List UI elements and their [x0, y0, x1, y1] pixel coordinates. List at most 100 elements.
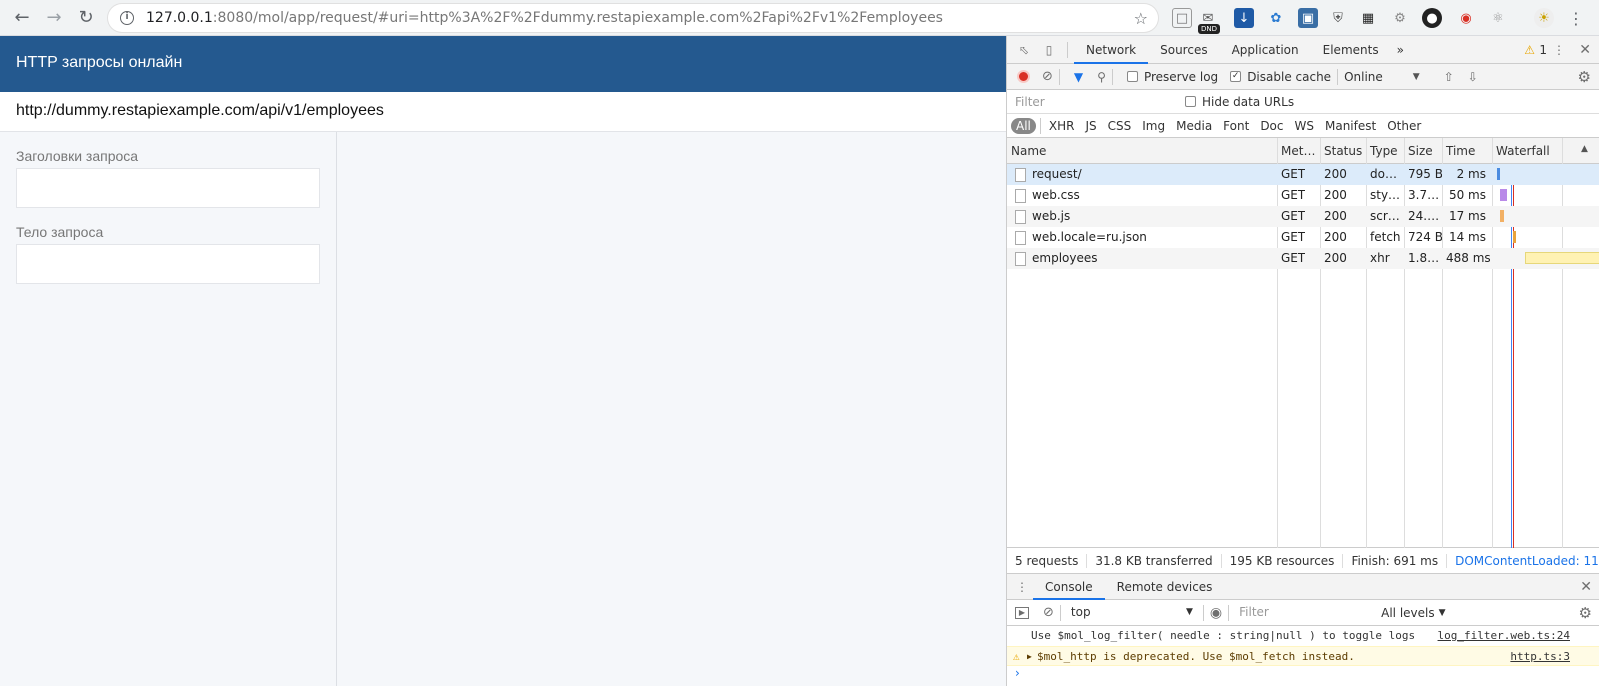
console-prompt-icon[interactable]: ›: [1015, 666, 1020, 680]
divider: [1059, 604, 1061, 621]
col-method[interactable]: Met…: [1277, 138, 1320, 164]
type-css[interactable]: CSS: [1103, 118, 1137, 134]
devtools-menu-icon[interactable]: ⋮: [1553, 43, 1565, 57]
extension-mask-icon[interactable]: ●: [1422, 8, 1442, 28]
request-name-text: web.js: [1032, 209, 1071, 223]
tab-console[interactable]: Console: [1033, 574, 1105, 600]
clear-icon[interactable]: ⊘: [1042, 69, 1053, 84]
request-status: 200: [1324, 230, 1347, 244]
extension-grid-icon[interactable]: ⚙: [1390, 8, 1410, 28]
url-path: :8080/mol/app/request/#uri=http%3A%2F%2F…: [212, 10, 943, 26]
table-row[interactable]: request/ GET 200 do… 795 B 2 ms: [1007, 164, 1599, 185]
extension-camera-icon[interactable]: ◉: [1456, 8, 1476, 28]
type-ws[interactable]: WS: [1290, 118, 1319, 134]
more-tabs-button[interactable]: »: [1391, 36, 1410, 64]
request-count: 5 requests: [1007, 553, 1088, 568]
console-source-link[interactable]: log_filter.web.ts:24: [1438, 626, 1570, 646]
col-status[interactable]: Status: [1320, 138, 1366, 164]
log-levels-select[interactable]: All levels: [1381, 606, 1434, 620]
console-message-text: Use $mol_log_filter( needle : string|nul…: [1031, 629, 1416, 642]
extension-docs-icon[interactable]: □: [1172, 8, 1192, 28]
console-filter-input[interactable]: Filter: [1235, 603, 1376, 622]
browser-menu-icon[interactable]: ⋮: [1566, 8, 1586, 28]
request-time: 2 ms: [1456, 167, 1486, 181]
hide-data-urls-checkbox[interactable]: [1185, 96, 1196, 107]
sidebar-toggle-icon[interactable]: ▶: [1015, 606, 1029, 619]
bookmark-star-icon[interactable]: ☆: [1134, 9, 1148, 28]
uri-input[interactable]: http://dummy.restapiexample.com/api/v1/e…: [0, 92, 1006, 132]
tab-network[interactable]: Network: [1074, 36, 1149, 64]
console-source-link[interactable]: http.ts:3: [1510, 647, 1570, 667]
close-drawer-icon[interactable]: ✕: [1580, 579, 1592, 595]
type-xhr[interactable]: XHR: [1044, 118, 1080, 134]
type-all[interactable]: All: [1011, 117, 1036, 134]
type-other[interactable]: Other: [1382, 118, 1426, 134]
extension-ublock-icon[interactable]: ⛨: [1328, 8, 1348, 28]
tab-elements[interactable]: Elements: [1311, 36, 1391, 64]
filter-icon[interactable]: ▼: [1074, 70, 1083, 84]
import-har-icon[interactable]: ⇧: [1444, 70, 1454, 84]
request-name: web.locale=ru.json: [1011, 227, 1273, 248]
throttle-select[interactable]: Online: [1344, 70, 1383, 84]
device-toolbar-icon[interactable]: ▯: [1037, 43, 1061, 57]
chevron-down-icon: ▼: [1438, 607, 1446, 618]
address-bar[interactable]: i 127.0.0.1:8080/mol/app/request/#uri=ht…: [108, 4, 1158, 32]
type-js[interactable]: JS: [1080, 118, 1101, 134]
type-font[interactable]: Font: [1218, 118, 1254, 134]
type-manifest[interactable]: Manifest: [1320, 118, 1381, 134]
back-icon[interactable]: ←: [6, 2, 38, 34]
tab-sources[interactable]: Sources: [1148, 36, 1219, 64]
drawer-menu-icon[interactable]: ⋮: [1011, 580, 1033, 594]
headers-field[interactable]: [16, 168, 320, 208]
record-icon[interactable]: [1017, 70, 1030, 83]
close-devtools-icon[interactable]: ✕: [1579, 42, 1591, 58]
body-label: Тело запроса: [16, 224, 104, 240]
extension-monitor-icon[interactable]: ▣: [1298, 8, 1318, 28]
console-warning: ⚠ ▶ $mol_http is deprecated. Use $mol_fe…: [1007, 646, 1599, 666]
network-request-table: Name Met… Status Type Size Time Waterfal…: [1007, 138, 1599, 574]
request-name: request/: [1011, 164, 1273, 185]
table-row[interactable]: employees GET 200 xhr 1.8… 488 ms: [1007, 248, 1599, 269]
waterfall-bar: [1497, 168, 1500, 180]
type-img[interactable]: Img: [1137, 118, 1170, 134]
request-status: 200: [1324, 251, 1347, 265]
expand-triangle-icon[interactable]: ▶: [1027, 647, 1032, 667]
filter-input[interactable]: Filter: [1011, 92, 1171, 111]
tab-remote-devices[interactable]: Remote devices: [1105, 574, 1225, 600]
waterfall-bar: [1513, 231, 1516, 243]
export-har-icon[interactable]: ⇩: [1468, 70, 1478, 84]
request-form-pane: Заголовки запроса Тело запроса: [0, 132, 337, 686]
extension-react-icon[interactable]: ⚛: [1488, 8, 1508, 28]
col-name[interactable]: Name: [1007, 138, 1277, 164]
table-row[interactable]: web.locale=ru.json GET 200 fetch 724 B 1…: [1007, 227, 1599, 248]
extension-qr-icon[interactable]: ▦: [1358, 8, 1378, 28]
col-time[interactable]: Time: [1442, 138, 1492, 164]
extension-download-icon[interactable]: ↓: [1234, 8, 1254, 28]
context-select[interactable]: top ▼: [1067, 604, 1197, 622]
col-size[interactable]: Size: [1404, 138, 1442, 164]
body-field[interactable]: [16, 244, 320, 284]
inspect-element-icon[interactable]: ⬁: [1011, 43, 1037, 57]
search-icon[interactable]: ⚲: [1097, 70, 1106, 84]
request-name-text: web.locale=ru.json: [1032, 230, 1147, 244]
preserve-log-checkbox[interactable]: [1126, 71, 1138, 82]
table-row[interactable]: web.js GET 200 scr… 24.… 17 ms: [1007, 206, 1599, 227]
extension-swirl-icon[interactable]: ✿: [1266, 8, 1286, 28]
console-settings-gear-icon[interactable]: ⚙: [1579, 604, 1592, 622]
settings-gear-icon[interactable]: ⚙: [1578, 68, 1591, 86]
col-type[interactable]: Type: [1366, 138, 1404, 164]
divider: [1058, 68, 1060, 85]
extension-bulb-icon[interactable]: ☀: [1534, 8, 1554, 28]
disable-cache-checkbox[interactable]: ✓: [1230, 71, 1242, 82]
warning-icon[interactable]: ⚠: [1524, 43, 1535, 57]
type-media[interactable]: Media: [1171, 118, 1217, 134]
table-row[interactable]: web.css GET 200 sty… 3.7… 50 ms: [1007, 185, 1599, 206]
forward-icon[interactable]: →: [38, 2, 70, 34]
reload-icon[interactable]: ↻: [70, 2, 102, 34]
type-doc[interactable]: Doc: [1255, 118, 1288, 134]
clear-console-icon[interactable]: ⊘: [1043, 605, 1054, 620]
tab-application[interactable]: Application: [1220, 36, 1311, 64]
request-method: GET: [1281, 209, 1306, 223]
site-info-icon[interactable]: i: [120, 11, 134, 25]
eye-icon[interactable]: ◉: [1210, 605, 1222, 621]
